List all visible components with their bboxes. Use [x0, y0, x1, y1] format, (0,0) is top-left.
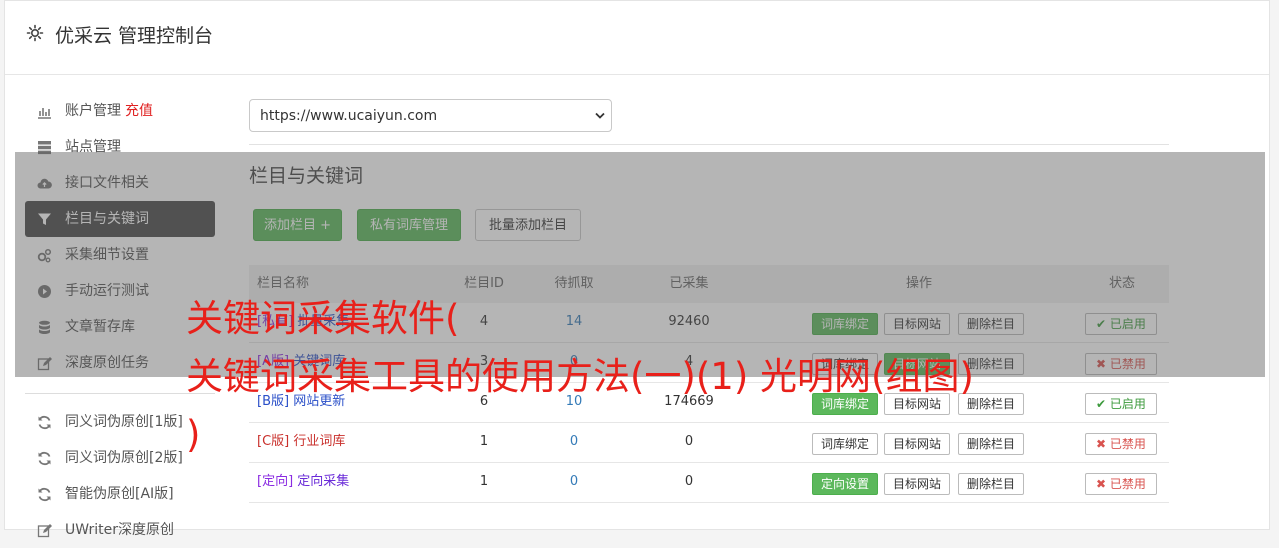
sidebar-item-label: 同义词伪原创[1版]: [65, 414, 183, 430]
table-row: [C版] 行业词库 1 0 0 词库绑定 目标网站 删除栏目 ✖ 已禁用: [249, 423, 1169, 463]
refresh-icon: [38, 487, 51, 502]
column-ops: 词库绑定 目标网站 删除栏目: [779, 423, 1059, 462]
target-site-button[interactable]: 目标网站: [884, 473, 951, 495]
app-title: 优采云 管理控制台: [55, 25, 214, 47]
chevron-down-icon: [595, 112, 605, 119]
sidebar-item-label: 智能伪原创[AI版]: [65, 486, 174, 502]
refresh-icon: [38, 451, 51, 466]
state-toggle[interactable]: ✖ 已禁用: [1085, 433, 1157, 455]
column-done: 0: [684, 474, 694, 489]
state-label: 已启用: [1109, 397, 1146, 411]
column-name-link[interactable]: 定向采集: [297, 474, 349, 489]
state-label: 已禁用: [1109, 477, 1146, 491]
bar-chart-icon: [38, 108, 51, 119]
site-select[interactable]: https://www.ucaiyun.com: [249, 99, 612, 132]
column-tag: [C版]: [257, 434, 290, 449]
column-done: 0: [684, 434, 694, 449]
state-cell: ✖ 已禁用: [1077, 423, 1167, 462]
state-toggle[interactable]: ✔ 已启用: [1085, 393, 1157, 415]
refresh-icon: [38, 415, 51, 430]
column-name-link[interactable]: 行业词库: [293, 434, 345, 449]
column-name[interactable]: [定向] 定向采集: [257, 463, 349, 502]
lexicon-bind-button[interactable]: 词库绑定: [812, 433, 879, 455]
sidebar-item-uwriter[interactable]: UWriter深度原创: [25, 512, 215, 548]
column-ops: 定向设置 目标网站 删除栏目: [779, 463, 1059, 502]
delete-column-button[interactable]: 删除栏目: [958, 473, 1025, 495]
table-row: [定向] 定向采集 1 0 0 定向设置 目标网站 删除栏目 ✖ 已禁用: [249, 463, 1169, 503]
column-id: 1: [479, 434, 489, 449]
sidebar-item-label: UWriter深度原创: [65, 522, 174, 538]
header-bar: 优采云 管理控制台: [5, 1, 1269, 75]
state-cell: ✔ 已启用: [1077, 383, 1167, 422]
state-cell: ✖ 已禁用: [1077, 463, 1167, 502]
sidebar-item-label: 同义词伪原创[2版]: [65, 450, 183, 466]
overlay-title-line3: ): [186, 413, 201, 456]
dim-overlay: [15, 152, 1265, 377]
column-wait[interactable]: 0: [529, 463, 619, 502]
overlay-title-line2: 关键词采集工具的使用方法(一)(1) 光明网(组图): [186, 355, 974, 398]
overlay-title-line1: 关键词采集软件(: [186, 297, 460, 340]
targeted-settings-button[interactable]: 定向设置: [812, 473, 879, 495]
recharge-link[interactable]: 充值: [125, 103, 153, 119]
sidebar-item-account[interactable]: 账户管理 充值: [25, 93, 215, 129]
column-wait[interactable]: 0: [529, 423, 619, 462]
sidebar-item-label: 账户管理: [65, 103, 121, 119]
edit-icon: [37, 524, 52, 538]
state-label: 已禁用: [1109, 437, 1146, 451]
delete-column-button[interactable]: 删除栏目: [958, 433, 1025, 455]
divider: [249, 144, 1169, 145]
column-name[interactable]: [C版] 行业词库: [257, 423, 345, 462]
column-tag: [定向]: [257, 474, 294, 489]
target-site-button[interactable]: 目标网站: [884, 433, 951, 455]
state-toggle[interactable]: ✖ 已禁用: [1085, 473, 1157, 495]
column-id: 1: [479, 474, 489, 489]
site-select-value: https://www.ucaiyun.com: [260, 108, 438, 124]
sidebar-item-ai-rewrite[interactable]: 智能伪原创[AI版]: [25, 476, 215, 512]
gear-icon: [26, 24, 44, 42]
